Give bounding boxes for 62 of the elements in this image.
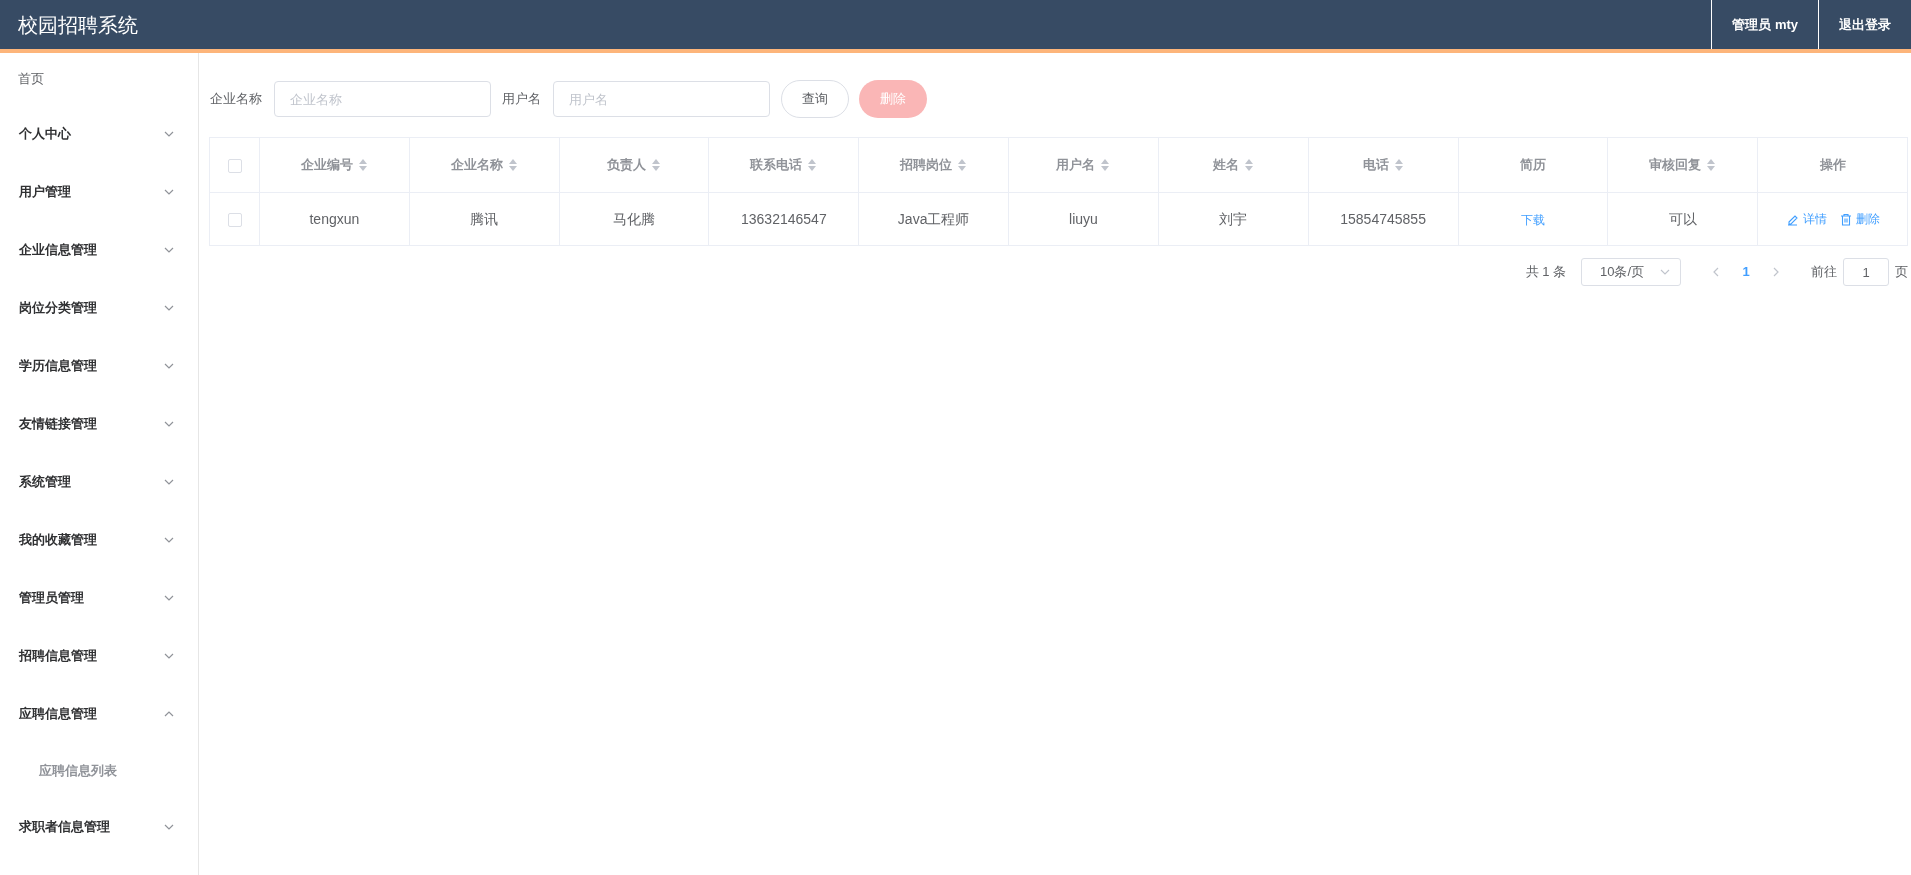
table-cell: Java工程师 — [897, 211, 970, 227]
menu-item-label: 求职者信息管理 — [19, 818, 110, 837]
menu-item-label: 企业信息管理 — [19, 241, 97, 260]
menu-item[interactable]: 岗位分类管理 — [0, 279, 198, 337]
app-title: 校园招聘系统 — [17, 12, 139, 38]
menu-item-label: 我的收藏管理 — [19, 531, 97, 550]
search-field[interactable]: 用户名 — [553, 81, 770, 117]
sort-icon — [1100, 158, 1111, 172]
menu-item[interactable]: 系统管理 — [0, 453, 198, 511]
search-field[interactable]: 企业名称 — [274, 81, 491, 117]
field-label: 用户名 — [502, 90, 541, 109]
sort-icon — [957, 158, 968, 172]
menu-item-label: 用户管理 — [19, 183, 71, 202]
menu-item[interactable]: 管理员管理 — [0, 569, 198, 627]
menu-item[interactable]: 我的收藏管理 — [0, 511, 198, 569]
menu-item-label: 个人中心 — [19, 125, 71, 144]
table-cell: 马化腾 — [613, 211, 656, 227]
menu-item-label: 友情链接管理 — [19, 415, 97, 434]
sort-icon — [1706, 158, 1717, 172]
trash-icon — [1838, 212, 1852, 226]
chevron-right-icon — [1771, 266, 1781, 278]
menu-item[interactable]: 求职者信息管理 — [0, 798, 198, 856]
menu-item[interactable]: 个人中心 — [0, 105, 198, 163]
sort-icon — [807, 158, 818, 172]
select-all-checkbox[interactable] — [227, 158, 242, 173]
logout-link[interactable]: 退出登录 — [1818, 0, 1911, 49]
page-size-value: 10条/页 — [1600, 263, 1645, 282]
table-cell: tengxun — [309, 211, 360, 227]
sort-icon — [1393, 158, 1404, 172]
menu-item[interactable]: 招聘信息管理 — [0, 627, 198, 685]
chevron-left-icon — [1711, 266, 1721, 278]
goto-page-field[interactable]: 1 — [1843, 258, 1889, 286]
goto-suffix: 页 — [1895, 263, 1908, 282]
table-cell: liuyu — [1069, 211, 1098, 227]
menu-item-label: 应聘信息管理 — [19, 705, 97, 724]
goto-label: 前往 — [1811, 263, 1837, 282]
menu-item-label: 管理员管理 — [19, 589, 84, 608]
menu-item[interactable]: 用户管理 — [0, 163, 198, 221]
sort-icon — [651, 158, 662, 172]
menu-item[interactable]: 友情链接管理 — [0, 395, 198, 453]
menu-item[interactable]: 学历信息管理 — [0, 337, 198, 395]
table-cell: 13632146547 — [741, 211, 827, 227]
query-button[interactable]: 查询 — [781, 80, 849, 118]
table-cell: 可以 — [1668, 211, 1697, 227]
table-cell: 刘宇 — [1219, 211, 1248, 227]
admin-user-link[interactable]: 管理员 mty — [1711, 0, 1818, 49]
menu-item-label: 岗位分类管理 — [19, 299, 97, 318]
menu-item[interactable]: 企业信息管理 — [0, 221, 198, 279]
sort-icon — [1243, 158, 1254, 172]
menu-item-label: 招聘信息管理 — [19, 647, 97, 666]
table-cell: 15854745855 — [1340, 211, 1426, 227]
menu-item-label: 学历信息管理 — [19, 357, 97, 376]
table-cell: 腾讯 — [470, 211, 499, 227]
home-link[interactable]: 首页 — [0, 53, 198, 105]
menu-item-label: 系统管理 — [19, 473, 71, 492]
field-label: 企业名称 — [210, 90, 262, 109]
menu-item[interactable]: 应聘信息管理 — [0, 685, 198, 743]
sort-icon — [357, 158, 368, 172]
total-count: 共 1 条 — [1525, 263, 1566, 282]
sort-icon — [507, 158, 518, 172]
row-checkbox[interactable] — [227, 212, 242, 227]
page-size-select[interactable]: 10条/页 — [1581, 258, 1681, 286]
